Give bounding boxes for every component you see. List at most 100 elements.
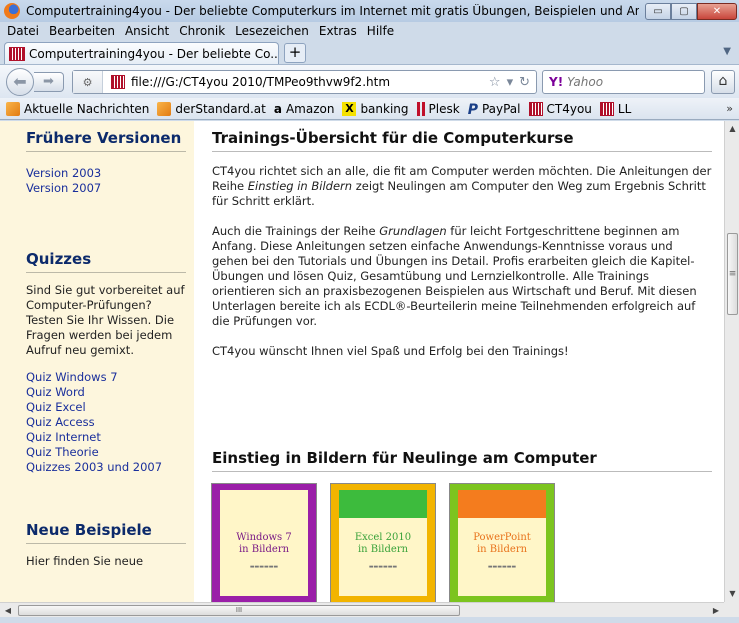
link-quiz-word[interactable]: Quiz Word [26,385,186,400]
book-band [220,490,308,518]
bookmark-derstandard[interactable]: derStandard.at [157,101,266,116]
bookmark-ct4you[interactable]: CT4you [528,101,592,116]
window-bottom-frame [0,617,739,623]
book-title: PowerPoint in Bildern [473,532,531,555]
reload-icon[interactable]: ↻ [519,75,530,90]
bookmark-star-icon[interactable]: ☆ [489,75,501,90]
window-controls: ▭ ▢ ✕ [645,2,737,20]
minimize-button[interactable]: ▭ [645,2,671,20]
link-version-2007[interactable]: Version 2007 [26,181,186,196]
sidebar: Frühere Versionen Version 2003 Version 2… [0,121,194,602]
link-quiz-internet[interactable]: Quiz Internet [26,430,186,445]
bookmarks-toolbar: Aktuelle Nachrichten derStandard.at a Am… [0,98,739,120]
quizzes-heading: Quizzes [26,250,186,273]
book-powerpoint[interactable]: PowerPoint in Bildern ▬▬▬▬▬▬ [449,483,555,602]
ct4you-icon [599,101,614,116]
ct4you-icon [528,101,543,116]
menu-datei[interactable]: Datei [2,24,44,38]
bookmark-banking[interactable]: X banking [342,101,409,116]
vertical-scrollbar[interactable]: ▲ ≡ ▼ [724,121,739,602]
book-author: ▬▬▬▬▬▬ [487,564,517,570]
link-quizzes-2003-2007[interactable]: Quizzes 2003 und 2007 [26,460,186,475]
close-button[interactable]: ✕ [697,2,737,20]
horizontal-scrollbar[interactable]: ◀ III ▶ [0,602,724,617]
bookmarks-overflow-icon[interactable]: » [726,102,733,115]
xing-icon: X [342,101,357,116]
firefox-logo-icon [4,3,20,19]
menu-bearbeiten[interactable]: Bearbeiten [44,24,120,38]
book-band [339,490,427,518]
navigation-bar: ⬅ ➡ ⚙ ☆ ▾ ↻ Y! 🔍︎ ⌂ [0,64,739,98]
bookmark-aktuelle-nachrichten[interactable]: Aktuelle Nachrichten [6,101,150,116]
window-title: Computertraining4you - Der beliebte Comp… [26,4,639,18]
amazon-icon: a [273,101,282,116]
bookmark-paypal[interactable]: P PayPal [467,101,521,118]
scroll-up-icon[interactable]: ▲ [725,121,739,137]
scrollbar-corner [724,602,739,617]
book-title: Windows 7 in Bildern [236,532,292,555]
menu-ansicht[interactable]: Ansicht [120,24,174,38]
new-tab-button[interactable]: + [284,43,306,63]
grundlagen-emphasis: Grundlagen [379,224,447,238]
menu-bar: Datei Bearbeiten Ansicht Chronik Lesezei… [0,22,739,40]
forward-button[interactable]: ➡ [34,72,64,92]
bookmark-label: Amazon [285,101,335,116]
intro-paragraph: CT4you richtet sich an alle, die fit am … [212,164,712,209]
bookmark-ll[interactable]: LL [599,101,632,116]
intro-emphasis: Einstieg in Bildern [247,179,353,193]
tab-computertraining4you[interactable]: Computertraining4you - Der beliebte Co..… [4,42,279,64]
grundlagen-text-1: Auch die Trainings der Reihe [212,224,380,238]
book-title: Excel 2010 in Bildern [354,532,412,555]
vertical-scroll-thumb[interactable]: ≡ [727,233,738,315]
search-input[interactable] [567,75,716,89]
menu-chronik[interactable]: Chronik [174,24,230,38]
plesk-icon [416,101,425,116]
url-input[interactable] [131,75,483,89]
rss-icon [157,101,172,116]
book-band [458,490,546,518]
bookmark-label: Aktuelle Nachrichten [24,101,150,116]
page-favicon-icon [111,75,125,89]
main-content: Trainings-Übersicht für die Computerkurs… [212,121,712,472]
home-button[interactable]: ⌂ [711,70,735,94]
site-identity-button[interactable]: ⚙ [73,71,103,93]
examples-intro: Hier finden Sie neue [26,554,144,568]
link-quiz-theorie[interactable]: Quiz Theorie [26,445,186,460]
section-heading: Einstieg in Bildern für Neulinge am Comp… [212,449,712,472]
bookmark-amazon[interactable]: a Amazon [274,102,335,116]
paypal-icon: P [467,101,478,118]
scroll-down-icon[interactable]: ▼ [725,586,739,602]
link-quiz-windows-7[interactable]: Quiz Windows 7 [26,370,186,385]
menu-extras[interactable]: Extras [314,24,362,38]
back-button[interactable]: ⬅ [6,68,34,96]
bookmark-label: derStandard.at [175,101,266,116]
bookmark-label: CT4you [546,101,592,116]
menu-lesezeichen[interactable]: Lesezeichen [230,24,314,38]
link-quiz-excel[interactable]: Quiz Excel [26,400,186,415]
bookmark-label: LL [617,101,632,116]
link-version-2003[interactable]: Version 2003 [26,166,186,181]
bookmark-label: PayPal [481,101,521,116]
tab-title: Computertraining4you - Der beliebte Co..… [29,46,278,61]
menu-hilfe[interactable]: Hilfe [362,24,399,38]
maximize-button[interactable]: ▢ [671,2,697,20]
greeting-paragraph: CT4you wünscht Ihnen viel Spaß und Erfol… [212,344,569,358]
quizzes-intro: Sind Sie gut vorbereitet auf Computer-Pr… [26,283,185,357]
scroll-right-icon[interactable]: ▶ [708,603,724,618]
list-all-tabs-icon[interactable]: ▼ [723,46,731,57]
history-dropdown-icon[interactable]: ▾ [507,75,514,90]
search-bar[interactable]: Y! 🔍︎ [542,70,732,94]
link-quiz-access[interactable]: Quiz Access [26,415,186,430]
book-excel-2010[interactable]: Excel 2010 in Bildern ▬▬▬▬▬▬ [330,483,436,602]
examples-heading: Neue Beispiele [26,521,186,544]
bookmark-plesk[interactable]: Plesk [416,101,460,116]
yahoo-engine-icon[interactable]: Y! [549,75,563,89]
page-title: Trainings-Übersicht für die Computerkurs… [212,129,712,152]
rss-icon [6,101,20,116]
book-author: ▬▬▬▬▬▬ [249,564,279,570]
book-windows-7[interactable]: Windows 7 in Bildern ▬▬▬▬▬▬ [211,483,317,602]
ct4you-favicon-icon [9,46,25,61]
scroll-left-icon[interactable]: ◀ [0,603,16,618]
url-bar[interactable]: ⚙ ☆ ▾ ↻ [72,70,537,94]
horizontal-scroll-thumb[interactable]: III [18,605,460,616]
